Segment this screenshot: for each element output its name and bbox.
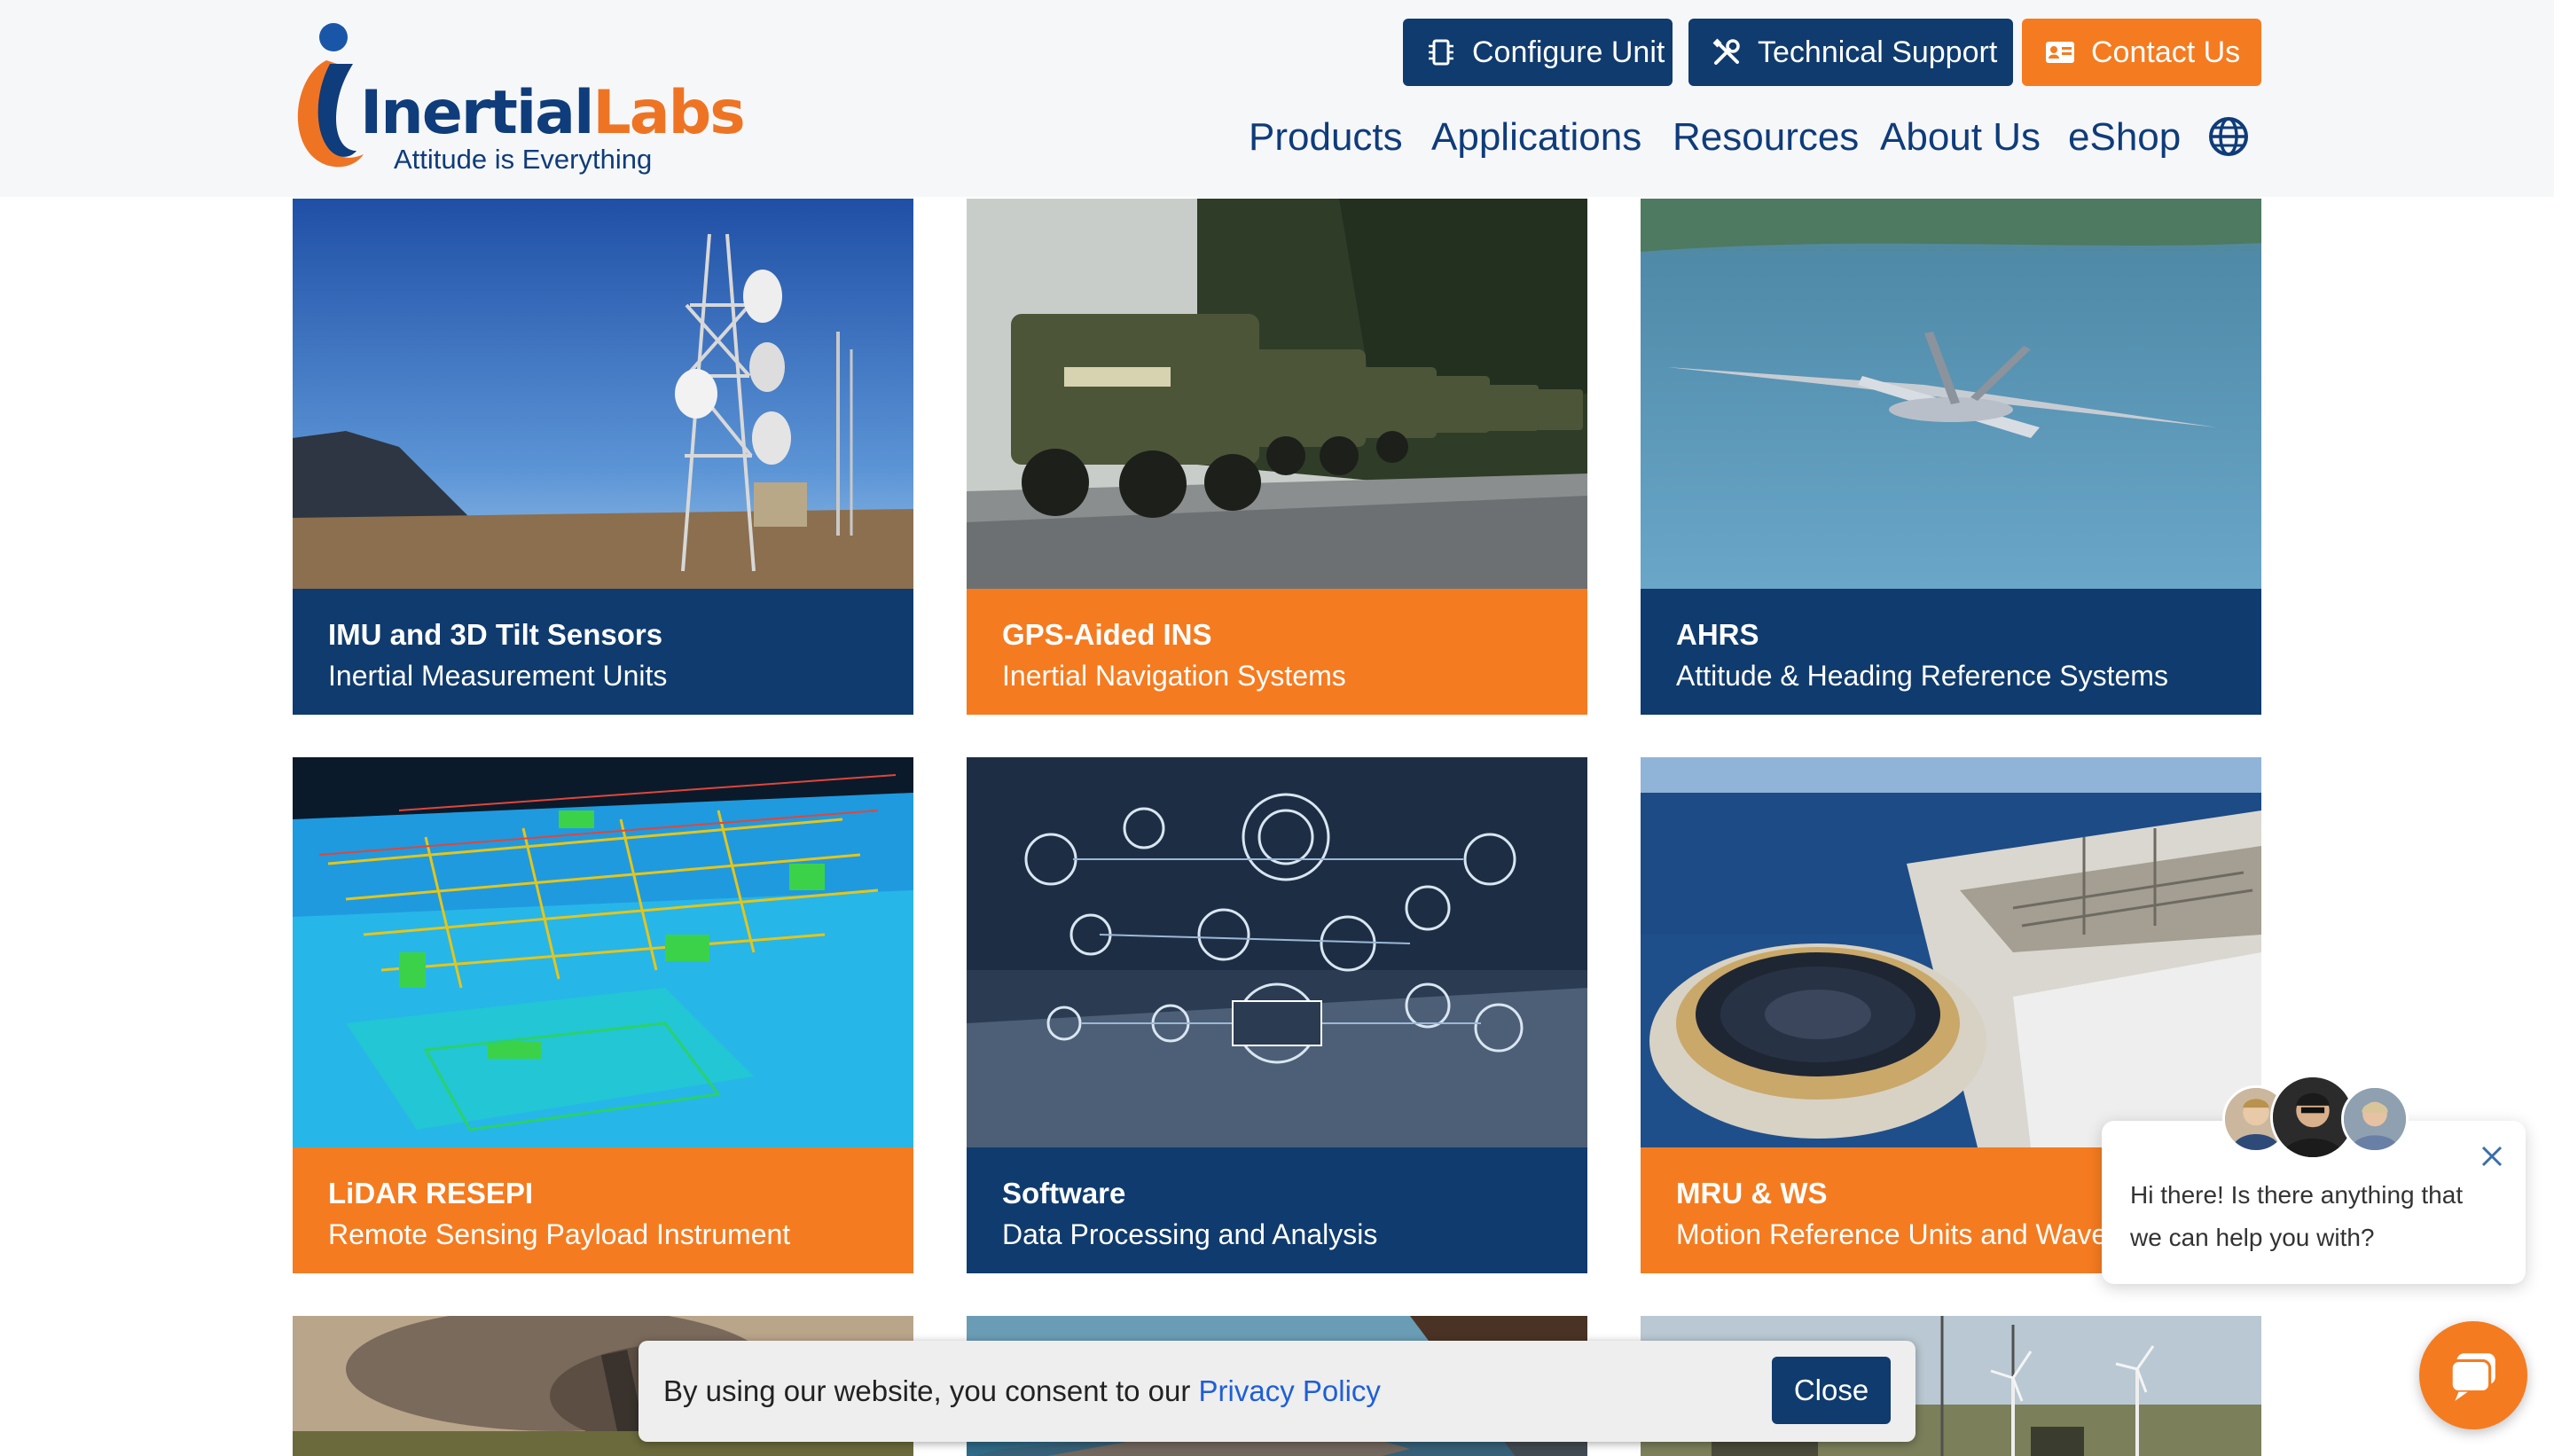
card-caption: AHRS Attitude & Heading Reference System…	[1641, 589, 2261, 715]
contact-us-button[interactable]: Contact Us	[2022, 19, 2261, 86]
nav-about-us[interactable]: About Us	[1880, 108, 2041, 167]
product-card-ahrs[interactable]: AHRS Attitude & Heading Reference System…	[1641, 199, 2261, 715]
logo-word-inertial: Inertial	[360, 78, 594, 148]
card-caption: GPS-Aided INS Inertial Navigation System…	[967, 589, 1587, 715]
logo-tagline: Attitude is Everything	[394, 144, 653, 175]
chat-bubble-icon	[2449, 1353, 2495, 1401]
ahrs-card-image	[1641, 199, 2261, 589]
card-title: GPS-Aided INS	[1002, 618, 1212, 651]
globe-icon[interactable]	[2208, 116, 2249, 157]
technical-support-label: Technical Support	[1758, 35, 1998, 69]
card-subtitle: Remote Sensing Payload Instrument	[328, 1218, 791, 1250]
avatar	[2341, 1085, 2409, 1153]
chat-launcher-button[interactable]	[2419, 1321, 2527, 1429]
card-caption: IMU and 3D Tilt Sensors Inertial Measure…	[293, 589, 913, 715]
cookie-close-button[interactable]: Close	[1772, 1357, 1891, 1424]
configure-unit-label: Configure Unit	[1472, 35, 1665, 69]
card-title: LiDAR RESEPI	[328, 1177, 534, 1209]
site-header: InertialLabs Attitude is Everything Conf…	[0, 0, 2554, 197]
cookie-message: By using our website, you consent to our	[663, 1374, 1199, 1407]
card-subtitle: Data Processing and Analysis	[1002, 1218, 1378, 1250]
cookie-consent-bar: By using our website, you consent to our…	[638, 1341, 1916, 1442]
configure-unit-button[interactable]: Configure Unit	[1403, 19, 1673, 86]
mru-card-image	[1641, 757, 2261, 1147]
card-caption: Software Data Processing and Analysis	[967, 1147, 1587, 1273]
card-title: Software	[1002, 1177, 1126, 1209]
chat-agent-avatars	[2222, 1075, 2417, 1163]
card-title: IMU and 3D Tilt Sensors	[328, 618, 663, 651]
product-card-lidar[interactable]: LiDAR RESEPI Remote Sensing Payload Inst…	[293, 757, 913, 1273]
gps-ins-card-image	[967, 199, 1587, 589]
card-caption: LiDAR RESEPI Remote Sensing Payload Inst…	[293, 1147, 913, 1273]
nav-resources[interactable]: Resources	[1673, 108, 1859, 167]
product-card-gps-ins[interactable]: GPS-Aided INS Inertial Navigation System…	[967, 199, 1587, 715]
chat-close-icon[interactable]	[2474, 1139, 2510, 1174]
contact-card-icon	[2046, 42, 2074, 63]
chip-icon	[1429, 39, 1453, 66]
privacy-policy-link[interactable]: Privacy Policy	[1199, 1374, 1381, 1407]
product-card-software[interactable]: Software Data Processing and Analysis	[967, 757, 1587, 1273]
contact-us-label: Contact Us	[2091, 35, 2241, 69]
nav-eshop[interactable]: eShop	[2068, 108, 2181, 167]
card-subtitle: Inertial Measurement Units	[328, 660, 668, 692]
logo-word-labs: Labs	[592, 78, 745, 148]
inertial-labs-logo[interactable]: InertialLabs Attitude is Everything	[291, 21, 746, 177]
imu-card-image	[293, 199, 913, 589]
nav-applications[interactable]: Applications	[1431, 108, 1641, 167]
card-title: AHRS	[1676, 618, 1759, 651]
card-subtitle: Attitude & Heading Reference Systems	[1676, 660, 2168, 692]
lidar-card-image	[293, 757, 913, 1147]
logo-wordmark: InertialLabs	[360, 83, 746, 144]
technical-support-button[interactable]: Technical Support	[1688, 19, 2013, 86]
software-card-image	[967, 757, 1587, 1147]
card-subtitle: Inertial Navigation Systems	[1002, 660, 1346, 692]
product-card-imu[interactable]: IMU and 3D Tilt Sensors Inertial Measure…	[293, 199, 913, 715]
nav-products[interactable]: Products	[1249, 108, 1403, 167]
cookie-text: By using our website, you consent to our…	[663, 1341, 1381, 1442]
tools-icon	[1712, 38, 1740, 65]
chat-message: Hi there! Is there anything that we can …	[2130, 1181, 2464, 1251]
